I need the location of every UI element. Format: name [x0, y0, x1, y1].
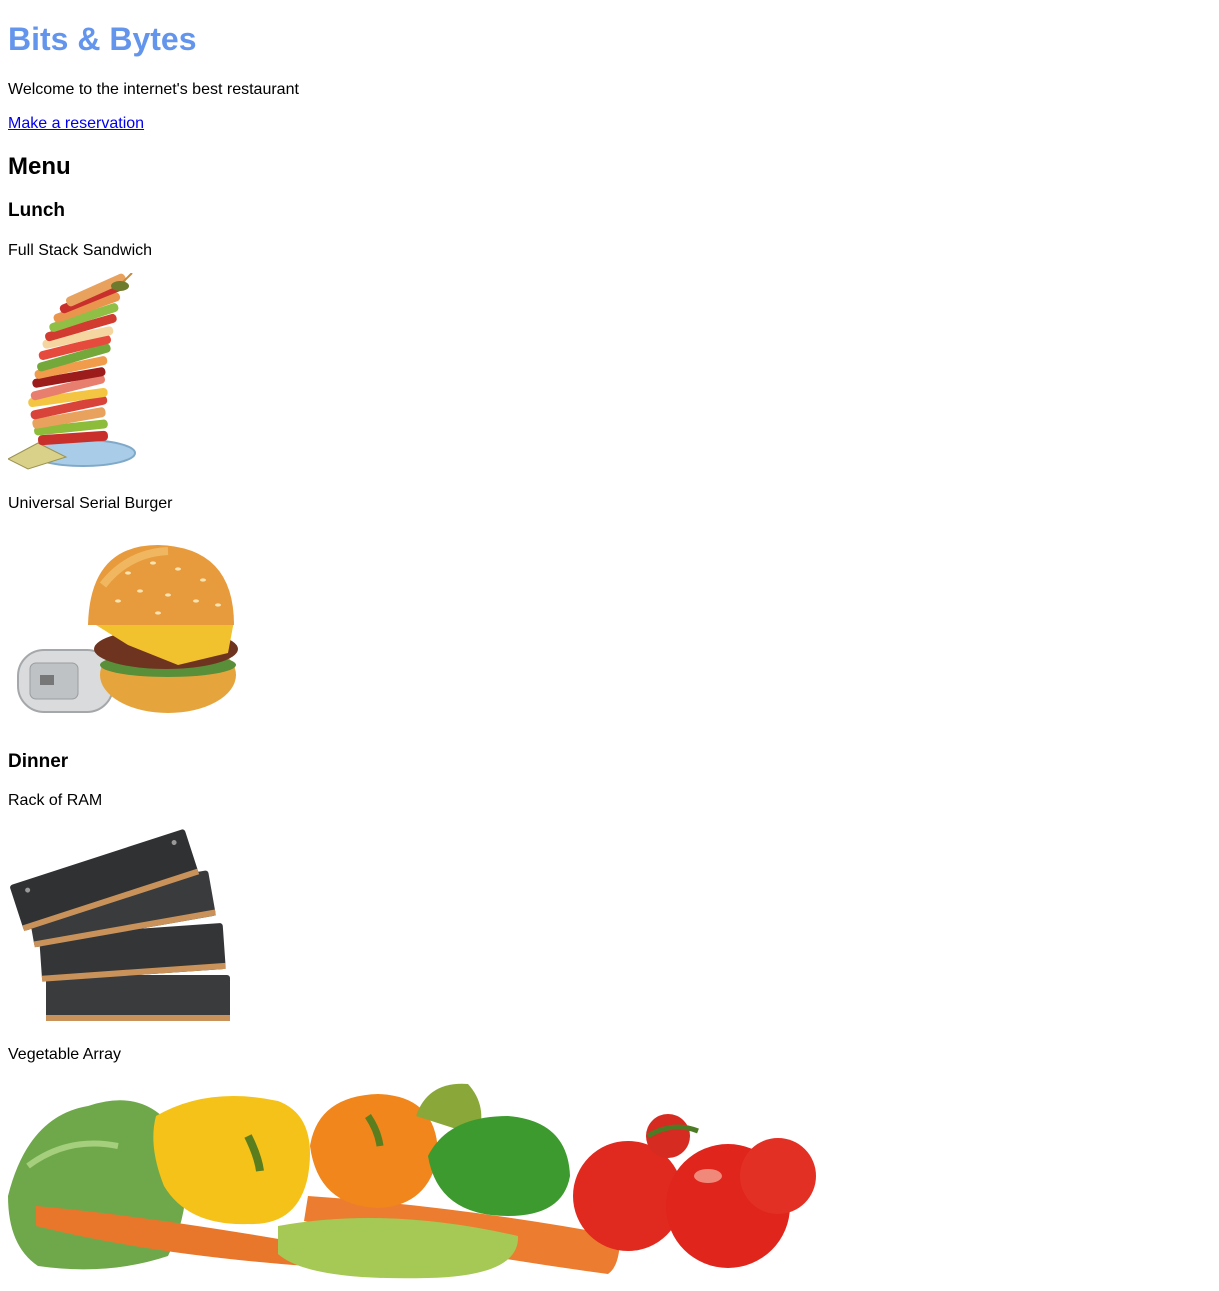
tagline: Welcome to the internet's best restauran… [8, 81, 299, 98]
dinner-heading: Dinner [8, 751, 69, 772]
usb-burger-image [8, 525, 238, 725]
vegetables-image [8, 1076, 820, 1281]
lunch-heading: Lunch [8, 200, 65, 221]
menu-item-name: Vegetable Array [8, 1046, 121, 1063]
stacked-sandwich-image [8, 273, 138, 473]
site-title: Bits & Bytes [8, 21, 197, 57]
make-reservation-link[interactable]: Make a reservation [8, 114, 144, 133]
menu-item-name: Rack of RAM [8, 792, 103, 809]
menu-heading: Menu [8, 153, 71, 180]
menu-item-name: Full Stack Sandwich [8, 242, 153, 259]
ram-sticks-image [8, 825, 233, 1030]
menu-item-name: Universal Serial Burger [8, 495, 173, 512]
